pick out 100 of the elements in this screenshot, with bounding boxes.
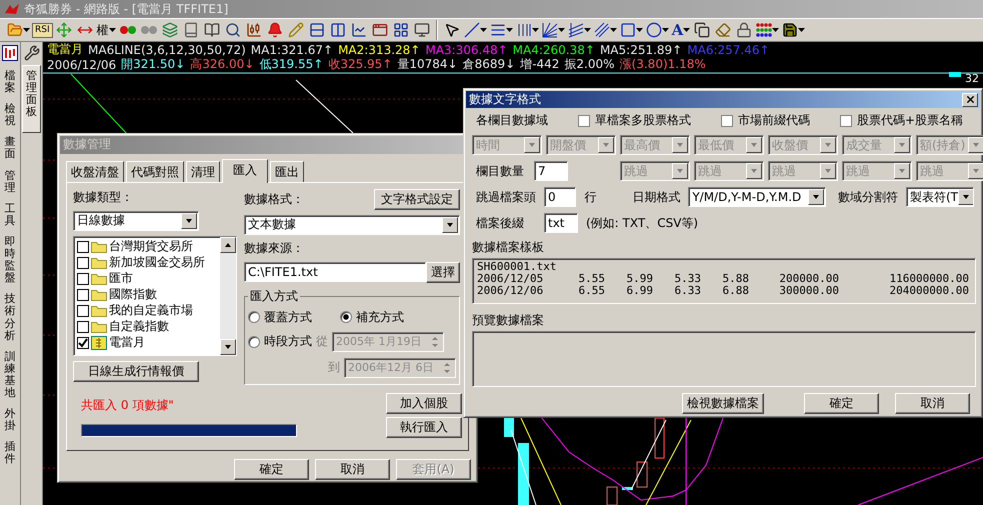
copy-icon[interactable] <box>692 20 712 40</box>
folder-icon <box>7 22 23 38</box>
circle-tool-button[interactable] <box>644 20 670 40</box>
close-button[interactable] <box>962 92 978 106</box>
input-field[interactable]: 7 <box>534 161 568 181</box>
checkbox[interactable] <box>77 288 89 301</box>
tools-icon[interactable] <box>24 45 40 61</box>
checkbox[interactable] <box>77 240 89 253</box>
tab[interactable]: 收盤清盤 <box>66 160 124 182</box>
scroll-down-icon[interactable] <box>220 338 236 355</box>
indicator-button[interactable]: RSI <box>32 22 53 38</box>
generate-quotes-button[interactable]: 日線生成行情報價 <box>73 360 199 382</box>
candlestick <box>606 486 618 505</box>
dialog-button[interactable]: 取消 <box>895 393 970 414</box>
tab[interactable]: 匯入 <box>222 158 268 183</box>
checkbox[interactable] <box>77 304 89 317</box>
caret-icon <box>798 28 806 32</box>
side-tab[interactable]: 檔案 <box>4 70 16 94</box>
template-text: 5.33 <box>674 273 701 285</box>
market-name: 我的自定義市場 <box>109 302 193 320</box>
text-tool-button[interactable]: A <box>670 20 692 40</box>
group-title: 匯入方式 <box>249 288 299 305</box>
text-format-settings-button[interactable]: 文字格式設定 <box>374 188 460 210</box>
field-label: 從 <box>316 333 328 350</box>
radio-button[interactable]: 時段方式 <box>248 333 312 350</box>
scroll-up-icon[interactable] <box>220 236 236 253</box>
side-tab[interactable]: 插件 <box>4 441 16 466</box>
dropdown[interactable]: 日線數據 <box>73 210 199 231</box>
dialog-button[interactable]: 取消 <box>315 459 390 480</box>
side-tab[interactable]: 外掛 <box>4 408 16 432</box>
window-title: 奇狐勝券 - 網路版 - [電當月 TFFITE1] <box>24 0 228 18</box>
add-stock-button[interactable]: 加入個股 <box>386 392 462 414</box>
side-tab[interactable]: 即時監盤 <box>4 236 16 284</box>
candlestick <box>504 418 514 437</box>
radio-indicator[interactable] <box>248 336 260 348</box>
side-tab[interactable]: 工具 <box>4 202 16 227</box>
caret-icon <box>772 28 780 32</box>
radio-button[interactable]: 覆蓋方式 <box>248 308 312 326</box>
checkbox[interactable] <box>77 272 89 285</box>
checkbox[interactable]: 股票代碼+股票名稱 <box>840 112 964 129</box>
dialog-button[interactable]: 確定 <box>234 459 309 480</box>
template-text: 6.33 <box>674 285 701 297</box>
checkbox[interactable]: 單檔案多股票格式 <box>578 112 691 129</box>
template-text: 5.55 <box>578 273 605 285</box>
palette-tool-button[interactable] <box>755 20 780 40</box>
line-tool-tool-button[interactable] <box>462 20 488 40</box>
quote-text: MA2:313.28↑ <box>338 42 420 56</box>
side-tab[interactable]: 檢視 <box>4 103 16 128</box>
template-text: 204000000.00 <box>888 285 969 297</box>
dropdown[interactable]: Y/M/D,Y-M-D,Y.M.D <box>688 187 826 207</box>
field-label: 預覽數據檔案 <box>472 312 545 329</box>
fan-lines-tool-button[interactable] <box>540 20 566 40</box>
parallel-lines-tool-button[interactable] <box>566 20 592 40</box>
caret-icon <box>23 28 30 32</box>
side-tab[interactable]: 訓練基地 <box>4 350 16 400</box>
radio-indicator[interactable] <box>248 311 260 324</box>
checkbox[interactable] <box>77 320 89 333</box>
browse-button[interactable]: 選擇 <box>426 262 460 283</box>
side-tab[interactable]: 技術分析 <box>4 293 16 342</box>
template-text: 2006/12/05 <box>477 273 544 285</box>
checkbox[interactable]: 市場前綴代碼 <box>721 112 810 129</box>
panel-tab[interactable]: 管理面板 <box>22 65 41 134</box>
palette-icon <box>756 23 772 37</box>
template-text: 2006/12/06 <box>477 285 544 297</box>
run-import-button[interactable]: 執行匯入 <box>386 416 462 438</box>
checkbox[interactable] <box>77 256 89 269</box>
dialog-title: 數據文字格式 <box>469 91 541 108</box>
tab[interactable]: 匯出 <box>270 160 304 182</box>
tab[interactable]: 代碼對照 <box>126 160 184 182</box>
dialog-button[interactable]: 確定 <box>804 393 879 414</box>
quote-text: MA4:260.38↑ <box>512 42 595 56</box>
caret-icon <box>584 28 591 32</box>
market-list[interactable]: 台灣期貨交易所 新加坡國金交易所 匯市 國際指數 我的自定義市場 自定義指數 電當月 <box>73 236 237 356</box>
dialog-button[interactable]: 檢視數據檔案 <box>682 393 764 414</box>
field-label: 數據類型： <box>73 188 134 206</box>
dropdown[interactable]: 製表符(T <box>906 187 974 207</box>
hint-text: (例如: TXT、CSV等) <box>586 214 698 232</box>
radio-button[interactable]: 補充方式 <box>340 308 404 326</box>
tab[interactable]: 清理 <box>186 160 220 182</box>
quote-text: 收325.95↑ <box>328 56 392 73</box>
input-field[interactable]: txt <box>544 213 578 233</box>
market-name: 自定義指數 <box>109 318 169 336</box>
diagonal-lines-tool-button[interactable] <box>592 20 618 40</box>
input-field[interactable]: C:\FITE1.txt <box>244 262 426 282</box>
caret-icon <box>662 28 669 32</box>
radio-indicator[interactable] <box>340 311 352 324</box>
field-label: 到 <box>328 359 340 376</box>
checkbox[interactable] <box>77 336 89 349</box>
scrollbar[interactable] <box>220 236 236 355</box>
field-label: 數據來源： <box>244 240 305 257</box>
rights-menu-button[interactable]: 權 <box>96 20 117 40</box>
side-tab[interactable]: 畫面 <box>4 136 16 161</box>
layers-icon[interactable] <box>160 20 180 40</box>
dropdown[interactable]: 文本數據 <box>244 214 460 235</box>
quote-text: 開321.50↓ <box>121 56 186 73</box>
side-tab[interactable]: 管理 <box>4 170 16 194</box>
circle-icon <box>646 22 662 38</box>
chart-icon[interactable] <box>2 45 18 61</box>
input-field[interactable]: 0 <box>544 187 576 207</box>
horizontal-lines-icon <box>490 22 506 38</box>
